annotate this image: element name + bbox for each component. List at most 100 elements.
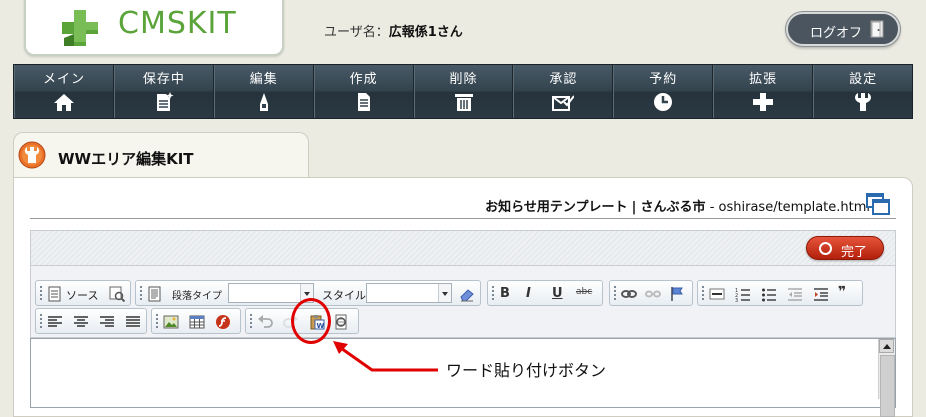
menu-item-delete[interactable]: 削除 bbox=[413, 65, 514, 118]
menu-label: 拡張 bbox=[749, 72, 778, 87]
outdent-icon[interactable] bbox=[786, 285, 804, 303]
menu-label: 編集 bbox=[249, 72, 278, 87]
image-icon[interactable] bbox=[162, 313, 180, 331]
eraser-icon[interactable] bbox=[458, 285, 476, 303]
spellcheck-icon[interactable] bbox=[332, 313, 350, 331]
door-icon bbox=[870, 20, 884, 38]
clock-icon bbox=[654, 93, 673, 111]
menu-label: メイン bbox=[42, 72, 85, 87]
annotation-text: ワード貼り付けボタン bbox=[446, 361, 607, 380]
trash-icon bbox=[454, 94, 473, 111]
italic-button[interactable]: I bbox=[526, 286, 544, 304]
tab-title: WWエリア編集KIT bbox=[58, 150, 194, 168]
user-info: ユーザ名：広報係1さん bbox=[324, 21, 463, 40]
divider bbox=[30, 218, 896, 219]
flash-icon[interactable] bbox=[214, 313, 232, 331]
pencil-icon bbox=[259, 93, 268, 111]
template-name: お知らせ用テンプレート bbox=[485, 200, 628, 215]
menu-item-settings[interactable]: 設定 bbox=[813, 65, 913, 118]
home-icon bbox=[53, 94, 74, 111]
table-icon[interactable] bbox=[188, 313, 206, 331]
tab-ww-area-edit[interactable]: WWエリア編集KIT bbox=[13, 132, 309, 178]
bold-button[interactable]: B bbox=[500, 286, 518, 304]
align-left-icon[interactable] bbox=[46, 313, 64, 331]
menu-label: 保存中 bbox=[142, 72, 185, 87]
link-icon[interactable] bbox=[620, 285, 638, 303]
path-separator: | bbox=[631, 200, 637, 215]
editor-header bbox=[30, 230, 896, 266]
format-label: 段落タイプ bbox=[172, 291, 222, 302]
approve-mail-icon bbox=[552, 95, 575, 111]
menu-item-main[interactable]: メイン bbox=[14, 65, 114, 118]
menu-label: 承認 bbox=[549, 72, 578, 87]
toolbar-group-link bbox=[609, 280, 693, 306]
preview-icon[interactable] bbox=[108, 285, 126, 303]
toolbar-grip bbox=[40, 314, 42, 328]
underline-button[interactable]: U bbox=[552, 286, 570, 304]
path-dash: - bbox=[709, 200, 715, 215]
annotation-circle bbox=[291, 298, 331, 344]
format-icon[interactable] bbox=[146, 285, 164, 303]
user-name: 広報係1さん bbox=[388, 25, 463, 40]
numbered-list-icon[interactable]: 123 bbox=[734, 285, 752, 303]
annotation-arrow-icon bbox=[333, 341, 438, 372]
editor-toolbar: ソース 段落タイプ スタイル B I U abc 1 2 3 ❞ W bbox=[30, 266, 896, 338]
menu-label: 設定 bbox=[849, 72, 878, 87]
style-label: スタイル bbox=[322, 289, 366, 302]
page-path: お知らせ用テンプレート | さんぶる市 - oshirase/template.… bbox=[485, 196, 870, 215]
menu-item-approve[interactable]: 承認 bbox=[513, 65, 614, 118]
style-select[interactable] bbox=[366, 283, 452, 303]
align-right-icon[interactable] bbox=[98, 313, 116, 331]
scroll-up-icon[interactable] bbox=[879, 339, 894, 353]
align-justify-icon[interactable] bbox=[124, 313, 142, 331]
toolbar-grip bbox=[702, 286, 704, 300]
align-center-icon[interactable] bbox=[72, 313, 90, 331]
chevron-down-icon[interactable] bbox=[438, 284, 451, 302]
wrench-icon bbox=[855, 93, 872, 111]
editor-scrollbar[interactable] bbox=[878, 339, 895, 417]
horizontal-rule-icon[interactable] bbox=[708, 285, 726, 303]
toolbar-group-insert bbox=[151, 308, 241, 334]
main-menu: メイン 保存中 編集 作成 削除 承認 予約 拡張 設定 bbox=[13, 64, 913, 119]
anchor-flag-icon[interactable] bbox=[668, 285, 686, 303]
toolbar-group-align bbox=[35, 308, 147, 334]
strike-button[interactable]: abc bbox=[576, 287, 594, 305]
saved-document-icon bbox=[156, 92, 174, 111]
toolbar-grip bbox=[250, 314, 252, 328]
document-icon bbox=[357, 93, 370, 111]
cmskit-logo-icon bbox=[62, 10, 98, 46]
menu-label: 予約 bbox=[649, 72, 678, 87]
toolbar-grip bbox=[614, 286, 616, 300]
blockquote-button[interactable]: ❞ bbox=[838, 284, 856, 302]
menu-item-schedule[interactable]: 予約 bbox=[613, 65, 714, 118]
site-name: さんぶる市 bbox=[640, 200, 706, 215]
toolbar-group-list: 123 ❞ bbox=[697, 280, 863, 306]
menu-item-edit[interactable]: 編集 bbox=[213, 65, 314, 118]
menu-item-create[interactable]: 作成 bbox=[313, 65, 414, 118]
menu-label: 削除 bbox=[449, 72, 478, 87]
bullet-list-icon[interactable] bbox=[760, 285, 778, 303]
logo: CMSKIT bbox=[24, 0, 284, 56]
toolbar-grip bbox=[40, 286, 42, 300]
toolbar-grip bbox=[140, 286, 142, 300]
user-label: ユーザ名： bbox=[324, 25, 389, 40]
indent-icon[interactable] bbox=[812, 285, 830, 303]
done-button[interactable]: 完了 bbox=[806, 236, 884, 260]
toolbar-grip bbox=[156, 314, 158, 328]
toolbar-group-source: ソース bbox=[35, 280, 131, 306]
toolbar-grip bbox=[492, 286, 494, 300]
menu-item-saved[interactable]: 保存中 bbox=[113, 65, 214, 118]
logoff-button[interactable]: ログオフ bbox=[786, 12, 900, 46]
done-label: 完了 bbox=[841, 245, 868, 260]
unlink-icon[interactable] bbox=[644, 285, 662, 303]
file-path: oshirase/template.html bbox=[718, 200, 870, 215]
source-icon[interactable] bbox=[46, 285, 64, 303]
undo-icon[interactable] bbox=[256, 313, 274, 331]
logo-text: CMSKIT bbox=[118, 6, 237, 41]
menu-item-extend[interactable]: 拡張 bbox=[713, 65, 814, 118]
source-button[interactable]: ソース bbox=[66, 287, 98, 303]
scroll-thumb[interactable] bbox=[880, 355, 895, 417]
svg-text:3: 3 bbox=[735, 298, 738, 302]
menu-label: 作成 bbox=[349, 72, 378, 87]
new-window-icon[interactable] bbox=[866, 193, 890, 215]
